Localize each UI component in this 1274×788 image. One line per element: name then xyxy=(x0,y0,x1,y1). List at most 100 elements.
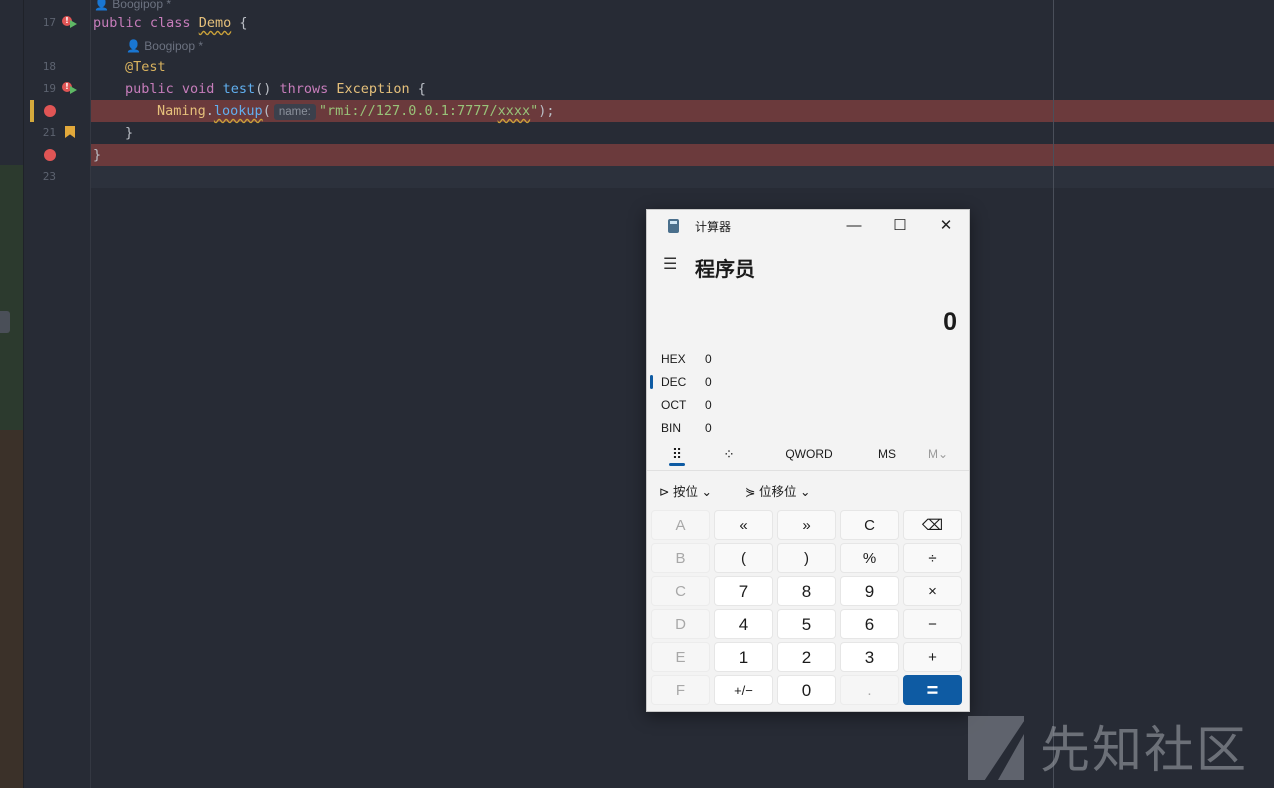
key-2[interactable]: 2 xyxy=(777,642,836,672)
key-6[interactable]: 6 xyxy=(840,609,899,639)
line-number: 18 xyxy=(42,60,56,73)
author-inlay[interactable]: 👤 Boogipop * xyxy=(126,38,203,54)
base-value: 0 xyxy=(705,398,712,412)
active-tab-underline xyxy=(669,463,685,466)
key-multiply[interactable]: × xyxy=(903,576,962,606)
brace: } xyxy=(93,147,102,163)
run-icon[interactable] xyxy=(70,20,77,28)
bit-toggle-keypad-icon[interactable]: ⁘ xyxy=(717,442,741,470)
close-button[interactable]: ✕ xyxy=(923,210,969,242)
keyword: class xyxy=(149,15,191,31)
memory-store-button[interactable]: MS xyxy=(869,442,905,470)
code-line[interactable]: Naming.lookup(name: "rmi://127.0.0.1:7777… xyxy=(157,100,555,122)
keyword: throws xyxy=(279,81,329,97)
key-backspace[interactable]: ⌫ xyxy=(903,510,962,540)
class-name: Exception xyxy=(336,81,410,97)
keyword: public xyxy=(93,15,142,31)
key-equals[interactable]: = xyxy=(903,675,962,705)
key-0[interactable]: 0 xyxy=(777,675,836,705)
string-literal: "rmi://127.0.0.1:7777/ xyxy=(318,103,498,119)
watermark: 先知社区 xyxy=(968,714,1268,784)
key-hex-b[interactable]: B xyxy=(651,543,710,573)
calculator-titlebar[interactable]: 计算器 — ☐ ✕ xyxy=(647,210,969,242)
tool-window-strip xyxy=(0,0,24,788)
key-divide[interactable]: ÷ xyxy=(903,543,962,573)
key-hex-f[interactable]: F xyxy=(651,675,710,705)
key-5[interactable]: 5 xyxy=(777,609,836,639)
base-row-hex[interactable]: HEX 0 xyxy=(661,349,712,369)
class-name: Naming xyxy=(157,103,206,119)
key-close-paren[interactable]: ) xyxy=(777,543,836,573)
word-size-button[interactable]: QWORD xyxy=(779,442,839,470)
base-value: 0 xyxy=(705,352,712,366)
code-line[interactable]: @Test xyxy=(125,56,166,78)
breakpoint-icon[interactable] xyxy=(44,105,56,117)
code-line[interactable]: } xyxy=(93,144,101,166)
code-line[interactable]: } xyxy=(125,122,133,144)
bitshift-dropdown[interactable]: ⋟ 位移位 ⌄ xyxy=(745,482,810,502)
key-hex-e[interactable]: E xyxy=(651,642,710,672)
key-clear[interactable]: C xyxy=(840,510,899,540)
parens: () xyxy=(255,81,272,97)
key-1[interactable]: 1 xyxy=(714,642,773,672)
chevron-down-icon: ⌄ xyxy=(937,447,949,461)
strip-handle[interactable] xyxy=(0,311,10,333)
chevron-down-icon: ⌄ xyxy=(799,485,811,499)
minimize-button[interactable]: — xyxy=(831,210,877,242)
key-hex-a[interactable]: A xyxy=(651,510,710,540)
current-line-highlight xyxy=(91,166,1274,188)
base-label: BIN xyxy=(661,421,682,435)
key-9[interactable]: 9 xyxy=(840,576,899,606)
author-inlay[interactable]: 👤 Boogipop * xyxy=(94,0,171,12)
base-value: 0 xyxy=(705,375,712,389)
key-modulo[interactable]: % xyxy=(840,543,899,573)
key-left-shift[interactable]: « xyxy=(714,510,773,540)
chevron-down-icon: ⌄ xyxy=(701,485,712,499)
key-open-paren[interactable]: ( xyxy=(714,543,773,573)
editor-gutter xyxy=(24,0,91,788)
key-8[interactable]: 8 xyxy=(777,576,836,606)
right-margin-guide xyxy=(1053,0,1054,788)
brace: } xyxy=(125,125,134,141)
author-inlay-text: Boogipop * xyxy=(112,0,171,11)
keyword: void xyxy=(181,81,215,97)
hamburger-menu-icon[interactable]: ☰ xyxy=(663,257,679,273)
memory-list-button[interactable]: M⌄ xyxy=(923,442,953,470)
maximize-button[interactable]: ☐ xyxy=(877,210,923,242)
bitwise-dropdown[interactable]: ⊳ 按位 ⌄ xyxy=(659,482,712,502)
key-hex-c[interactable]: C xyxy=(651,576,710,606)
class-name: Demo xyxy=(198,15,232,31)
calculator-app-icon xyxy=(668,219,679,233)
method-name: test xyxy=(222,81,256,97)
key-subtract[interactable]: − xyxy=(903,609,962,639)
key-add[interactable]: + xyxy=(903,642,962,672)
key-hex-d[interactable]: D xyxy=(651,609,710,639)
string-literal: xxxx xyxy=(497,103,531,119)
key-right-shift[interactable]: » xyxy=(777,510,836,540)
code-line[interactable]: public void test() throws Exception { xyxy=(125,78,426,100)
line-number: 17 xyxy=(42,16,56,29)
dot: . xyxy=(205,103,214,119)
breakpoint-icon[interactable] xyxy=(44,149,56,161)
base-value: 0 xyxy=(705,421,712,435)
key-negate[interactable]: +/− xyxy=(714,675,773,705)
base-row-dec[interactable]: DEC 0 xyxy=(661,372,712,392)
key-4[interactable]: 4 xyxy=(714,609,773,639)
base-row-oct[interactable]: OCT 0 xyxy=(661,395,712,415)
breakpoint-line-highlight xyxy=(91,144,1274,166)
run-icon[interactable] xyxy=(70,86,77,94)
base-row-bin[interactable]: BIN 0 xyxy=(661,418,712,438)
strip-segment-green xyxy=(0,165,23,430)
strip-segment-brown xyxy=(0,430,23,788)
bitwise-label: 按位 xyxy=(672,485,698,499)
key-decimal[interactable]: . xyxy=(840,675,899,705)
logic-gate-icon: ⊳ xyxy=(659,485,670,499)
parameter-hint: name: xyxy=(273,104,316,120)
key-7[interactable]: 7 xyxy=(714,576,773,606)
key-3[interactable]: 3 xyxy=(840,642,899,672)
base-label: HEX xyxy=(661,352,686,366)
author-inlay-text: Boogipop * xyxy=(144,39,203,53)
line-number: 21 xyxy=(42,126,56,139)
line-number: 23 xyxy=(42,170,56,183)
code-line[interactable]: public class Demo { xyxy=(93,12,248,34)
